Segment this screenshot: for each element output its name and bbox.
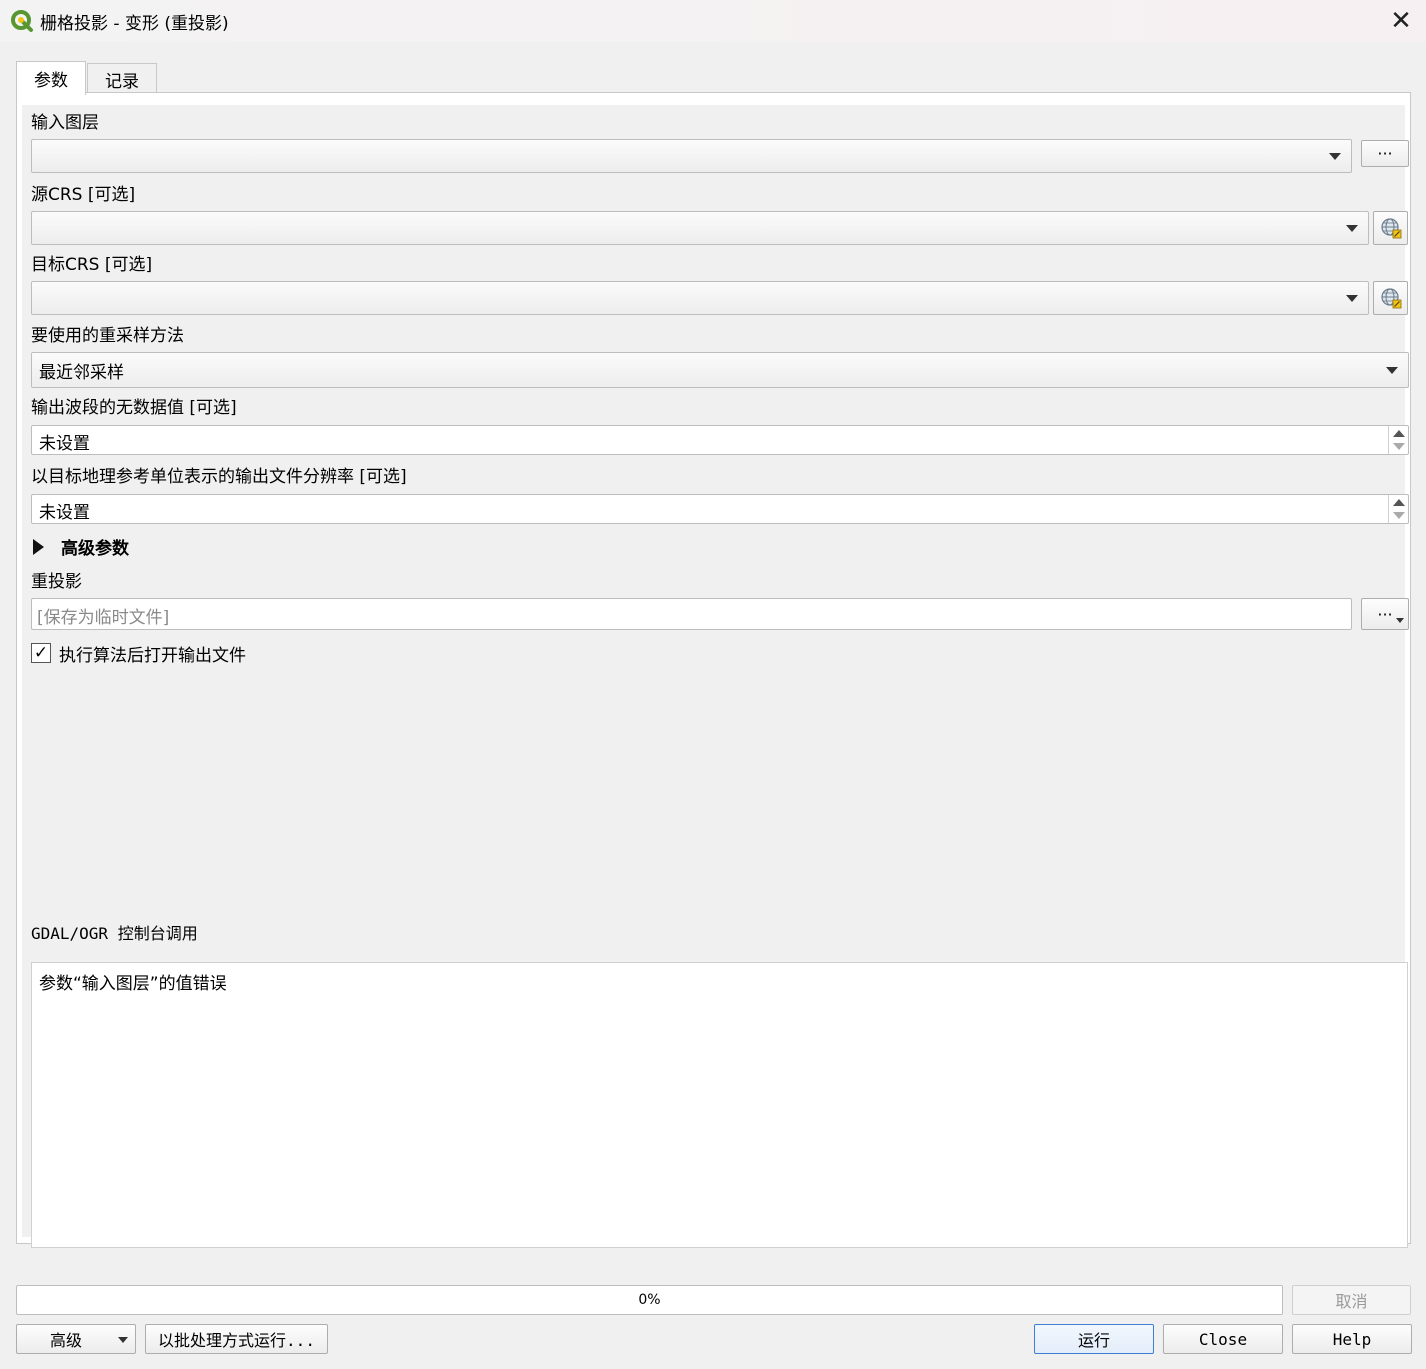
chevron-down-icon bbox=[1386, 367, 1398, 374]
parameters-scroll-area: 输入图层 ··· 源CRS [可选] 目标CRS [可选] 要使用的重采样方法 … bbox=[22, 105, 1409, 1248]
close-button[interactable]: Close bbox=[1163, 1324, 1283, 1354]
source-crs-combo[interactable] bbox=[31, 211, 1369, 245]
ellipsis-icon: ··· bbox=[1377, 604, 1393, 624]
run-button[interactable]: 运行 bbox=[1034, 1324, 1154, 1354]
source-crs-select-button[interactable] bbox=[1373, 211, 1408, 245]
spin-up-icon[interactable] bbox=[1393, 430, 1405, 437]
help-label: Help bbox=[1332, 1329, 1372, 1349]
tab-log[interactable]: 记录 bbox=[87, 63, 157, 95]
globe-crs-icon bbox=[1380, 218, 1401, 239]
spin-arrows[interactable] bbox=[1388, 495, 1408, 523]
nodata-spinbox[interactable]: 未设置 bbox=[31, 425, 1409, 455]
resolution-spinbox[interactable]: 未设置 bbox=[31, 494, 1409, 524]
run-label: 运行 bbox=[1077, 1331, 1110, 1350]
progress-bar: 0% bbox=[16, 1285, 1283, 1315]
triangle-right-icon bbox=[33, 538, 44, 555]
console-text: 参数“输入图层”的值错误 bbox=[39, 974, 227, 994]
cancel-label: 取消 bbox=[1335, 1292, 1368, 1311]
open-output-checkbox[interactable]: ✓ bbox=[31, 643, 51, 663]
chevron-down-icon bbox=[1346, 295, 1358, 302]
ellipsis-icon: ··· bbox=[1377, 144, 1393, 163]
help-button[interactable]: Help bbox=[1292, 1324, 1412, 1354]
input-layer-browse-button[interactable]: ··· bbox=[1361, 140, 1409, 167]
globe-crs-icon bbox=[1380, 288, 1401, 309]
cancel-button[interactable]: 取消 bbox=[1292, 1285, 1411, 1315]
resolution-label: 以目标地理参考单位表示的输出文件分辨率 [可选] bbox=[31, 467, 407, 487]
chevron-down-icon bbox=[1346, 225, 1358, 232]
spin-down-icon[interactable] bbox=[1393, 512, 1405, 519]
advanced-menu-label: 高级 bbox=[50, 1331, 83, 1350]
tab-bar: 参数 记录 bbox=[16, 61, 158, 95]
checkmark-icon: ✓ bbox=[33, 643, 49, 663]
source-crs-label: 源CRS [可选] bbox=[31, 185, 136, 205]
target-crs-combo[interactable] bbox=[31, 281, 1369, 315]
nodata-label: 输出波段的无数据值 [可选] bbox=[31, 398, 237, 418]
resampling-combo[interactable]: 最近邻采样 bbox=[31, 352, 1409, 388]
window-title: 栅格投影 - 变形 (重投影) bbox=[40, 14, 229, 34]
input-layer-combo[interactable] bbox=[31, 139, 1352, 173]
resampling-label: 要使用的重采样方法 bbox=[31, 326, 184, 346]
console-label: GDAL/OGR 控制台调用 bbox=[31, 924, 198, 943]
chevron-down-icon bbox=[1329, 153, 1341, 160]
spin-up-icon[interactable] bbox=[1393, 499, 1405, 506]
input-layer-label: 输入图层 bbox=[31, 113, 99, 133]
advanced-menu-button[interactable]: 高级 bbox=[16, 1324, 136, 1354]
target-crs-select-button[interactable] bbox=[1373, 281, 1408, 315]
chevron-down-icon bbox=[1396, 618, 1404, 623]
progress-text: 0% bbox=[638, 1292, 661, 1308]
qgis-logo-icon bbox=[11, 10, 33, 32]
tab-parameters[interactable]: 参数 bbox=[16, 61, 86, 95]
spin-down-icon[interactable] bbox=[1393, 443, 1405, 450]
reprojected-output-field[interactable]: [保存为临时文件] bbox=[31, 598, 1352, 630]
nodata-value: 未设置 bbox=[39, 434, 90, 454]
resampling-value: 最近邻采样 bbox=[39, 363, 124, 383]
spin-arrows[interactable] bbox=[1388, 426, 1408, 454]
advanced-parameters-toggle[interactable]: 高级参数 bbox=[33, 534, 129, 559]
batch-process-label: 以批处理方式运行... bbox=[158, 1331, 315, 1350]
parameters-panel: 输入图层 ··· 源CRS [可选] 目标CRS [可选] 要使用的重采样方法 … bbox=[16, 92, 1411, 1248]
advanced-parameters-label: 高级参数 bbox=[61, 539, 129, 559]
close-icon: ✕ bbox=[1390, 6, 1412, 36]
chevron-down-icon bbox=[118, 1337, 128, 1343]
resolution-value: 未设置 bbox=[39, 503, 90, 523]
reprojected-browse-button[interactable]: ··· bbox=[1361, 598, 1409, 630]
reprojected-placeholder: [保存为临时文件] bbox=[37, 608, 170, 628]
reprojected-label: 重投影 bbox=[31, 572, 82, 592]
title-bar: 栅格投影 - 变形 (重投影) ✕ bbox=[0, 0, 1426, 42]
open-output-label[interactable]: 执行算法后打开输出文件 bbox=[59, 641, 246, 666]
batch-process-button[interactable]: 以批处理方式运行... bbox=[145, 1324, 328, 1354]
close-label: Close bbox=[1198, 1329, 1248, 1349]
gdal-console-textarea[interactable]: 参数“输入图层”的值错误 bbox=[31, 962, 1408, 1248]
close-window-button[interactable]: ✕ bbox=[1384, 4, 1418, 38]
target-crs-label: 目标CRS [可选] bbox=[31, 255, 153, 275]
